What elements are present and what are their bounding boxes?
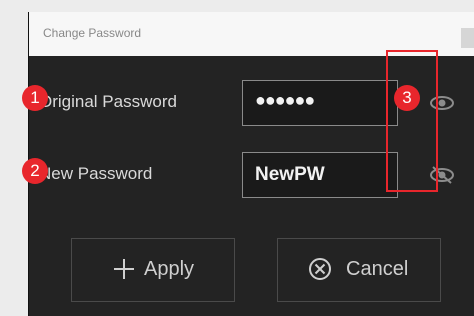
- apply-button-label: Apply: [144, 258, 195, 280]
- callout-highlight-box: [386, 50, 438, 192]
- plus-icon: [114, 259, 134, 279]
- callout-badge-3: 3: [394, 85, 420, 111]
- callout-badge-1: 1: [22, 85, 48, 111]
- cancel-button-label: Cancel: [346, 258, 409, 280]
- screenshot-canvas: Change Password Original Password ●●●●●●…: [0, 0, 474, 316]
- new-password-value: NewPW: [255, 164, 325, 185]
- original-password-value: ●●●●●●: [255, 90, 315, 110]
- new-password-field[interactable]: NewPW: [242, 152, 398, 198]
- circle-x-icon: [309, 258, 331, 280]
- original-password-field[interactable]: ●●●●●●: [242, 80, 398, 126]
- callout-badge-2: 2: [22, 158, 48, 184]
- original-password-label: Original Password: [39, 92, 177, 111]
- apply-button[interactable]: Apply: [71, 238, 235, 302]
- close-button[interactable]: [461, 28, 474, 48]
- cancel-button[interactable]: Cancel: [277, 238, 441, 302]
- dialog-title: Change Password: [43, 26, 142, 40]
- new-password-label: New Password: [39, 164, 153, 183]
